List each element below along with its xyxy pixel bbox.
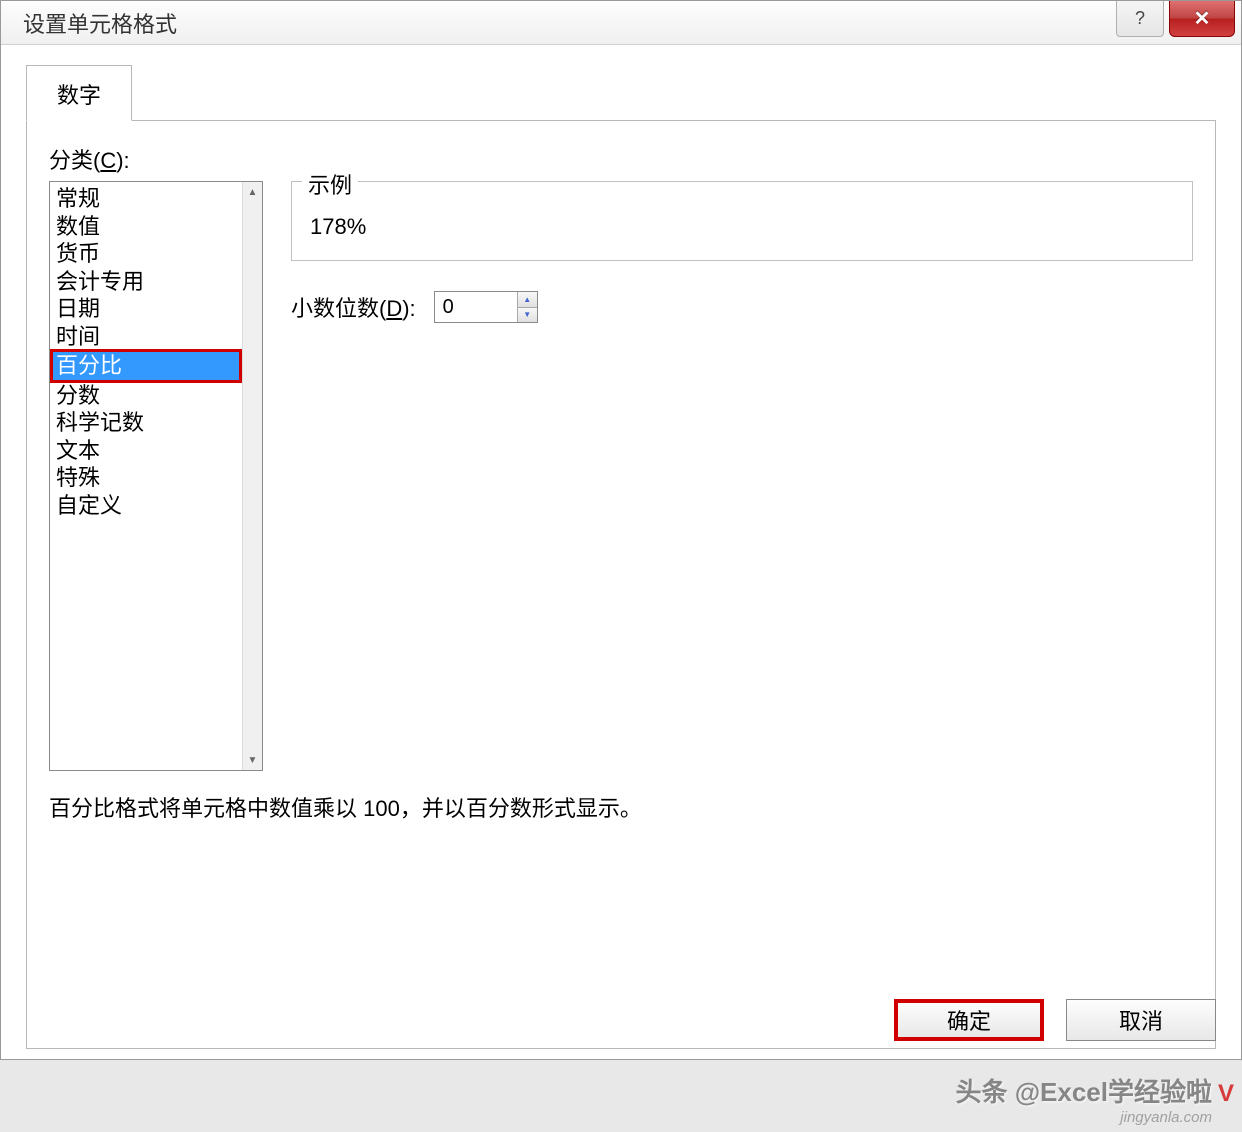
list-item[interactable]: 文本 (50, 437, 242, 465)
list-item[interactable]: 数值 (50, 213, 242, 241)
close-button[interactable]: ✕ (1169, 1, 1235, 37)
help-button[interactable]: ? (1116, 1, 1164, 37)
titlebar: 设置单元格格式 ? ✕ (1, 1, 1241, 45)
spin-up-button[interactable]: ▲ (518, 292, 537, 308)
ok-button[interactable]: 确定 (894, 999, 1044, 1041)
list-item[interactable]: 货币 (50, 240, 242, 268)
spinner-buttons: ▲ ▼ (517, 292, 537, 322)
decimal-label: 小数位数(D): (291, 291, 416, 323)
decimal-input[interactable] (435, 292, 517, 322)
example-group: 示例 178% (291, 181, 1193, 261)
list-item[interactable]: 常规 (50, 185, 242, 213)
tab-number[interactable]: 数字 (26, 65, 132, 121)
list-item[interactable]: 自定义 (50, 492, 242, 520)
category-listbox[interactable]: 常规数值货币会计专用日期时间百分比分数科学记数文本特殊自定义 ▲ ▼ (49, 181, 263, 771)
content-area: 数字 分类(C): 常规数值货币会计专用日期时间百分比分数科学记数文本特殊自定义… (1, 45, 1241, 1059)
right-column: 示例 178% 小数位数(D): ▲ ▼ (291, 181, 1193, 771)
decimal-spinner[interactable]: ▲ ▼ (434, 291, 538, 323)
example-legend: 示例 (302, 168, 358, 200)
scroll-up-icon[interactable]: ▲ (243, 182, 262, 202)
watermark-text: 头条 @Excel学经验啦 (955, 1072, 1212, 1109)
titlebar-buttons: ? ✕ (1116, 1, 1241, 37)
list-item[interactable]: 分数 (50, 382, 242, 410)
columns: 常规数值货币会计专用日期时间百分比分数科学记数文本特殊自定义 ▲ ▼ 示例 17… (49, 181, 1193, 771)
list-item[interactable]: 特殊 (50, 464, 242, 492)
spin-down-button[interactable]: ▼ (518, 308, 537, 323)
main-panel: 分类(C): 常规数值货币会计专用日期时间百分比分数科学记数文本特殊自定义 ▲ … (26, 121, 1216, 1049)
tab-strip: 数字 (26, 65, 1216, 121)
watermark-badge: V (1218, 1080, 1234, 1108)
watermark: 头条 @Excel学经验啦 jingyanla.com V (955, 1072, 1212, 1126)
category-list: 常规数值货币会计专用日期时间百分比分数科学记数文本特殊自定义 (50, 182, 242, 770)
category-label: 分类(C): (49, 143, 1193, 175)
watermark-url: jingyanla.com (1120, 1109, 1212, 1126)
list-item[interactable]: 会计专用 (50, 268, 242, 296)
cancel-button[interactable]: 取消 (1066, 999, 1216, 1041)
scroll-down-icon[interactable]: ▼ (243, 750, 262, 770)
scrollbar[interactable]: ▲ ▼ (242, 182, 262, 770)
list-item[interactable]: 日期 (50, 295, 242, 323)
decimal-row: 小数位数(D): ▲ ▼ (291, 291, 1193, 323)
list-item[interactable]: 百分比 (50, 349, 242, 383)
list-item[interactable]: 科学记数 (50, 409, 242, 437)
example-value: 178% (310, 214, 1174, 240)
list-item[interactable]: 时间 (50, 323, 242, 351)
dialog-window: 设置单元格格式 ? ✕ 数字 分类(C): 常规数值货币会计专用日期时间百分比分… (0, 0, 1242, 1060)
dialog-buttons: 确定 取消 (894, 999, 1216, 1041)
format-description: 百分比格式将单元格中数值乘以 100，并以百分数形式显示。 (49, 791, 1193, 823)
window-title: 设置单元格格式 (23, 7, 177, 39)
